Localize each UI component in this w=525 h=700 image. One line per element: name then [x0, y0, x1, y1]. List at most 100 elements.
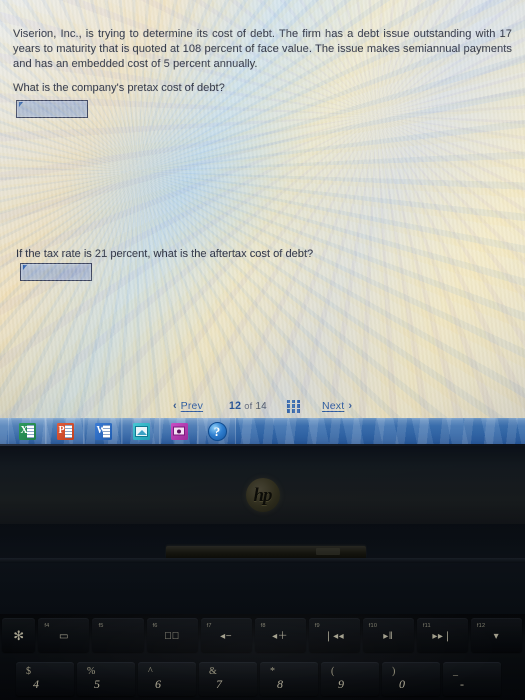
grid-cell: [291, 399, 296, 403]
laptop-deck: [0, 524, 525, 622]
taskbar-item-powerpoint[interactable]: P: [46, 418, 84, 444]
display-key[interactable]: f4 ▭: [38, 618, 90, 652]
answer-input-2[interactable]: [20, 263, 92, 281]
taskbar-item-photo-viewer[interactable]: [122, 418, 160, 444]
help-icon: ?: [207, 421, 227, 441]
function-key-row: ✻ f4 ▭ f5 f6 ◂⃠ f7 ◂− f8 ◂＋ f9 ❘◂◂ f10 ▸‖ f11 ▸▸❘ f12 ▾: [0, 614, 525, 656]
taskbar-item-excel[interactable]: X: [8, 418, 46, 444]
problem-statement: Viserion, Inc., is trying to determine i…: [13, 28, 512, 71]
grid-cell: [296, 404, 300, 408]
windows-taskbar: X P W ?: [0, 418, 525, 444]
grid-cell: [291, 404, 296, 408]
powerpoint-glyph: P: [58, 425, 65, 436]
key-shifted-label: *: [270, 666, 275, 677]
number-key--[interactable]: _ -: [443, 662, 501, 696]
f12-key[interactable]: f12 ▾: [470, 618, 522, 652]
taskbar-item-camera[interactable]: [160, 418, 198, 444]
f5-key[interactable]: f5: [92, 618, 144, 652]
homework-page: Viserion, Inc., is trying to determine i…: [0, 0, 525, 418]
next-button[interactable]: Next ›: [322, 400, 352, 412]
grid-cell: [296, 409, 300, 413]
grid-cell: [286, 409, 291, 413]
grid-view-icon[interactable]: [286, 399, 300, 413]
of-label: of: [244, 400, 253, 411]
key-base-label: 8: [277, 677, 283, 691]
total-pages: 14: [255, 401, 267, 412]
volume-up-key[interactable]: f8 ◂＋: [254, 618, 306, 652]
grid-cell: [296, 399, 300, 403]
answer-input-1[interactable]: [16, 100, 88, 118]
photo-thumb: [134, 425, 148, 437]
function-key-number: f4: [44, 623, 50, 629]
chevron-right-icon: ›: [348, 400, 353, 412]
function-key-symbol: ▸▸❘: [432, 631, 453, 642]
number-key-5[interactable]: % 5: [77, 662, 135, 696]
function-key-number: f10: [368, 623, 378, 629]
pagination-nav: ‹ Prev 12 of 14 Next ›: [0, 395, 525, 417]
grid-cell: [286, 404, 291, 408]
laptop-keyboard: ✻ f4 ▭ f5 f6 ◂⃠ f7 ◂− f8 ◂＋ f9 ❘◂◂ f10 ▸‖ f11 ▸▸❘ f12 ▾ $…: [0, 614, 525, 700]
volume-down-key[interactable]: f7 ◂−: [200, 618, 252, 652]
key-shifted-label: ^: [148, 666, 153, 677]
function-key-number: f11: [422, 623, 431, 629]
next-track-key[interactable]: f11 ▸▸❘: [416, 618, 468, 652]
number-key-8[interactable]: * 8: [260, 662, 318, 696]
laptop-hinge: [166, 546, 366, 558]
function-key-number: f7: [206, 623, 212, 629]
powerpoint-icon: P: [56, 422, 74, 440]
number-key-4[interactable]: $4: [16, 662, 74, 696]
key-base-label: 7: [216, 677, 222, 691]
play-pause-key[interactable]: f10 ▸‖: [362, 618, 414, 652]
key-shifted-label: _: [453, 666, 458, 677]
taskbar-item-word[interactable]: W: [84, 418, 122, 444]
next-label: Next: [321, 400, 345, 412]
number-key-0[interactable]: ) 0: [382, 662, 440, 696]
key-base-label: 4: [33, 677, 39, 691]
brightness-key[interactable]: ✻: [2, 618, 36, 652]
function-key-symbol: ▸‖: [383, 631, 394, 642]
grid-cell: [286, 399, 291, 403]
chevron-left-icon: ‹: [172, 400, 177, 412]
deck-edge: [0, 558, 525, 563]
key-shifted-label: (: [331, 666, 335, 677]
help-glyph: ?: [213, 423, 221, 439]
mute-key[interactable]: f6 ◂⃠: [146, 618, 198, 652]
number-key-9[interactable]: (9: [321, 662, 379, 696]
screen-bezel: hp: [0, 444, 525, 524]
key-shifted-label: $: [26, 666, 31, 677]
hp-logo: hp: [245, 478, 280, 512]
function-key-symbol: ❘◂◂: [324, 631, 345, 642]
key-base-label: 6: [155, 677, 161, 691]
excel-sheet: [27, 424, 34, 438]
question-2-label: If the tax rate is 21 percent, what is t…: [16, 248, 314, 260]
word-icon: W: [94, 422, 112, 440]
hp-wordmark: hp: [253, 484, 272, 506]
laptop-photo: Viserion, Inc., is trying to determine i…: [0, 0, 525, 700]
key-shifted-label: &: [209, 666, 217, 677]
key-shifted-label: ): [392, 666, 396, 677]
function-key-number: f8: [260, 623, 266, 629]
question-1-label: What is the company's pretax cost of deb…: [13, 82, 225, 94]
number-key-row: $4% 5 ^ 6 & 7 * 8(9) 0 _ -: [0, 658, 525, 700]
function-key-symbol: ◂＋: [272, 631, 289, 642]
taskbar-items: X P W ?: [0, 418, 525, 444]
key-base-label: 5: [94, 677, 100, 691]
key-shifted-label: %: [87, 666, 96, 677]
prev-button[interactable]: ‹ Prev: [173, 400, 203, 412]
key-base-label: 9: [338, 677, 344, 691]
key-base-label: -: [460, 677, 464, 691]
current-page: 12: [229, 400, 242, 412]
function-key-symbol: ✻: [13, 627, 25, 643]
key-base-label: 0: [399, 677, 405, 691]
number-key-7[interactable]: & 7: [199, 662, 257, 696]
laptop-screen: Viserion, Inc., is trying to determine i…: [0, 0, 525, 444]
powerpoint-sheet: [65, 424, 72, 438]
grid-cell: [291, 409, 296, 413]
photo-icon: [132, 422, 150, 440]
function-key-symbol: ◂⃠: [164, 631, 180, 642]
taskbar-item-help[interactable]: ?: [198, 418, 236, 444]
excel-icon: X: [18, 422, 36, 440]
previous-track-key[interactable]: f9 ❘◂◂: [308, 618, 360, 652]
page-counter: 12 of 14: [229, 400, 267, 412]
number-key-6[interactable]: ^ 6: [138, 662, 196, 696]
